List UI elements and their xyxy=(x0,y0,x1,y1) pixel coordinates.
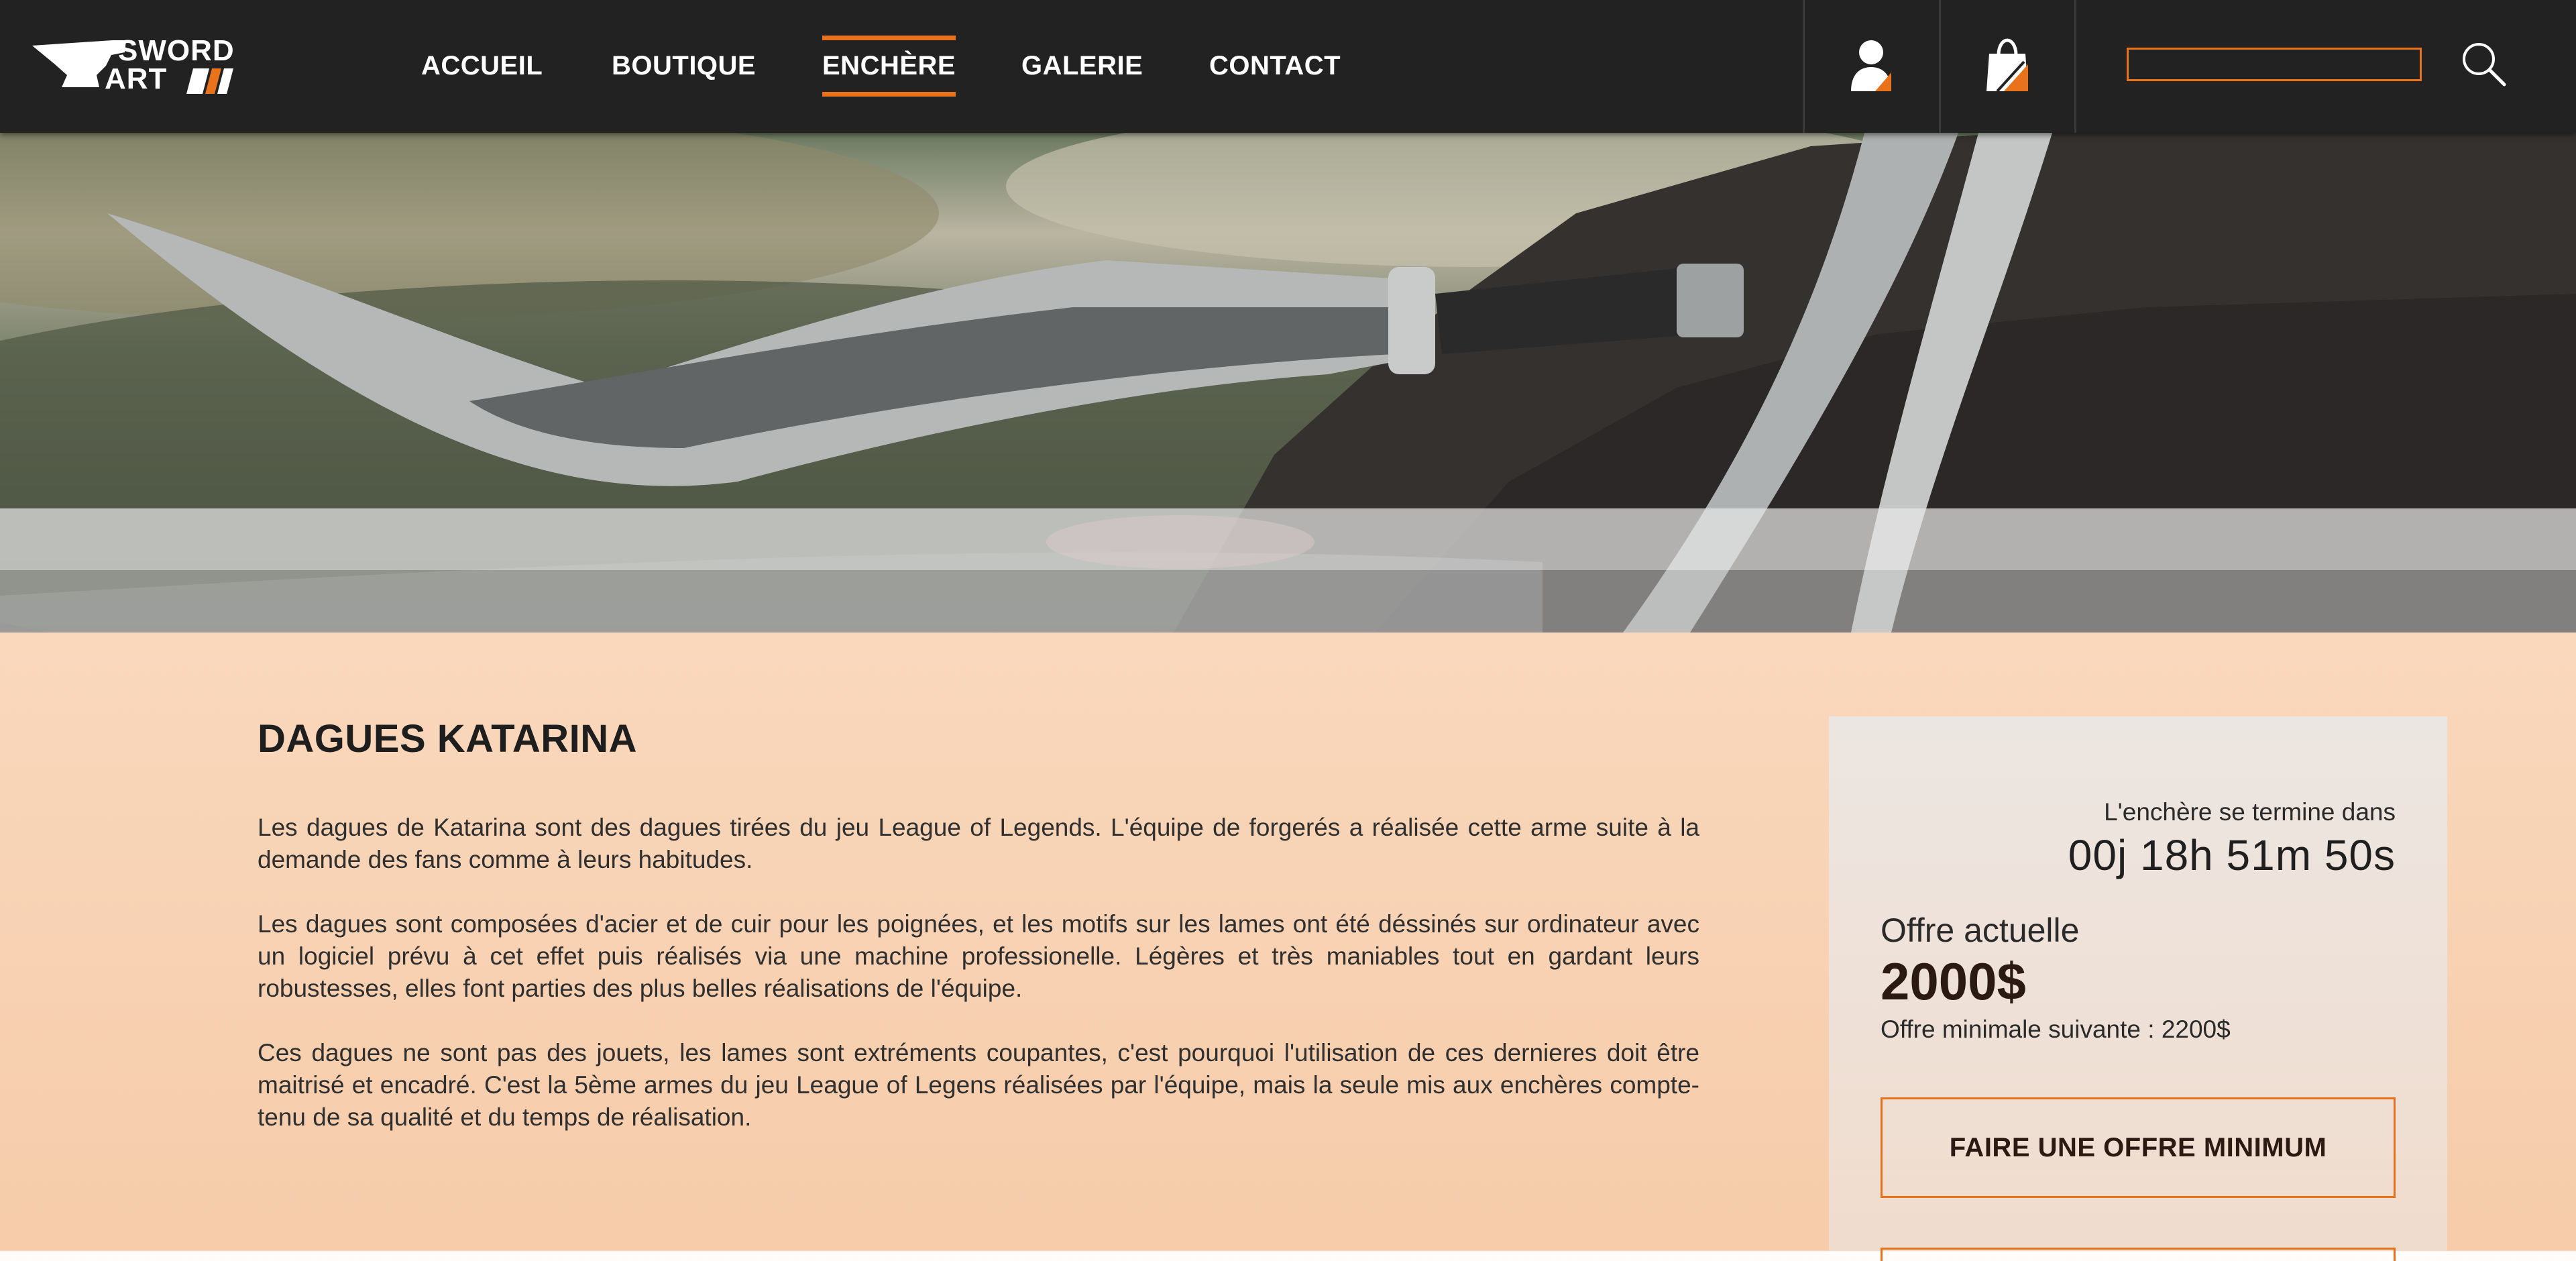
nav-divider xyxy=(1803,0,1805,133)
description-paragraph: Ces dagues ne sont pas des jouets, les l… xyxy=(258,1039,1699,1131)
current-offer-label: Offre actuelle xyxy=(1881,912,2080,949)
shopping-bag-icon[interactable] xyxy=(1984,38,2031,97)
nav-galerie[interactable]: GALERIE xyxy=(1021,50,1143,82)
search-icon[interactable] xyxy=(2460,40,2508,92)
make-minimum-offer-button[interactable]: FAIRE UNE OFFRE MINIMUM xyxy=(1881,1097,2396,1198)
next-minimum-offer: Offre minimale suivante : 2200$ xyxy=(1881,1016,2231,1043)
brand-line2: ART xyxy=(105,62,168,95)
description-paragraph: Les dagues de Katarina sont des dagues t… xyxy=(258,814,1699,873)
description-paragraph: Les dagues sont composées d'acier et de … xyxy=(258,910,1699,1002)
top-navbar: SWORD ART ACCUEIL BOUTIQUE ENCHÈRE GALER… xyxy=(0,0,2576,133)
hero-overlay-band xyxy=(0,508,2576,570)
nav-divider xyxy=(1939,0,1941,133)
brand-logo[interactable]: SWORD ART xyxy=(32,34,240,98)
user-icon[interactable] xyxy=(1846,38,1897,97)
brand-line1: SWORD xyxy=(118,34,235,67)
search-input[interactable] xyxy=(2127,48,2422,81)
secondary-offer-button[interactable] xyxy=(1881,1248,2396,1261)
nav-accueil[interactable]: ACCUEIL xyxy=(421,50,543,82)
nav-enchere[interactable]: ENCHÈRE xyxy=(822,36,956,97)
auction-panel: L'enchère se termine dans 00j 18h 51m 50… xyxy=(1829,716,2447,1261)
hero-banner-image xyxy=(0,133,2576,633)
auction-ends-label: L'enchère se termine dans xyxy=(2104,798,2396,826)
nav-boutique[interactable]: BOUTIQUE xyxy=(612,50,756,82)
brand-stripes-icon xyxy=(186,68,233,94)
nav-contact[interactable]: CONTACT xyxy=(1209,50,1341,82)
current-offer-price: 2000$ xyxy=(1881,952,2026,1011)
hero-overlay-band xyxy=(0,570,2576,633)
auction-countdown: 00j 18h 51m 50s xyxy=(2068,831,2396,879)
product-title: DAGUES KATARINA xyxy=(258,717,638,761)
nav-divider xyxy=(2074,0,2076,133)
